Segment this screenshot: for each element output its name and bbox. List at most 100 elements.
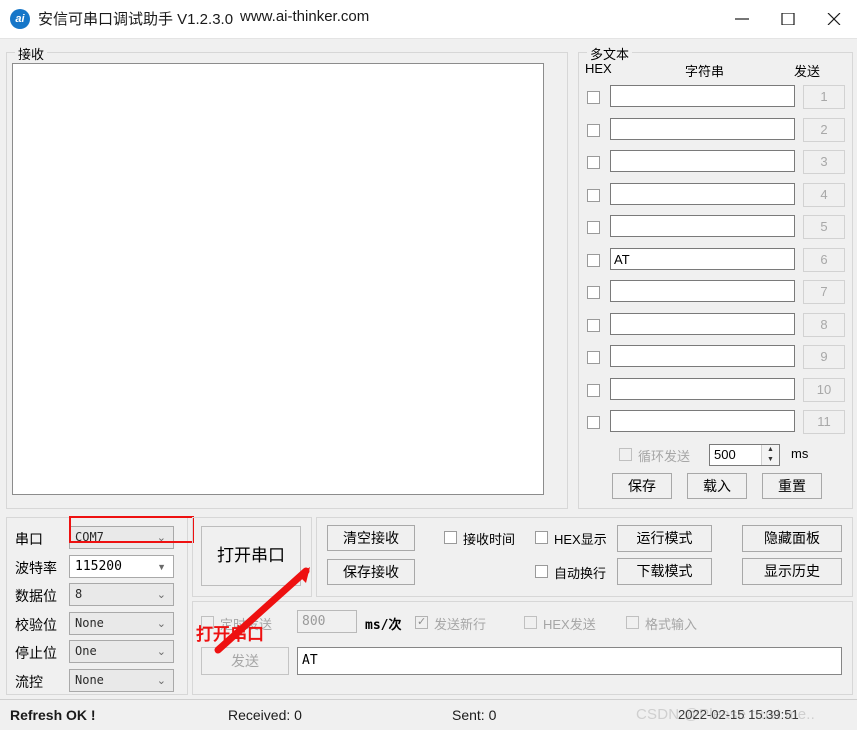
multitext-hex-checkbox[interactable]	[587, 351, 600, 364]
multitext-row: 5	[579, 213, 852, 245]
save-receive-button[interactable]: 保存接收	[327, 559, 415, 585]
multitext-row: 11	[579, 408, 852, 440]
close-button[interactable]	[811, 0, 857, 38]
reset-preset-button[interactable]: 重置	[762, 473, 822, 499]
multitext-string-input[interactable]	[610, 345, 795, 367]
multitext-hex-checkbox[interactable]	[587, 286, 600, 299]
receive-panel: 接收	[6, 44, 568, 509]
auto-wrap-label: 自动换行	[554, 566, 607, 581]
close-icon	[827, 13, 841, 25]
config-row: 波特率 115200 ▼	[7, 554, 187, 582]
cyclic-interval-stepper[interactable]: 500 ▲ ▼	[709, 444, 780, 466]
status-received: Received: 0	[228, 707, 302, 723]
multitext-hex-checkbox[interactable]	[587, 123, 600, 137]
load-preset-button[interactable]: 载入	[687, 473, 747, 499]
download-mode-button[interactable]: 下载模式	[617, 558, 712, 585]
send-text-input[interactable]: AT	[297, 647, 842, 675]
multitext-string-input[interactable]: AT	[610, 247, 795, 270]
format-input-label: 格式输入	[645, 617, 698, 632]
multitext-string-input[interactable]	[610, 182, 795, 205]
config-dropdown[interactable]: 8 ⌄	[69, 583, 174, 606]
multitext-send-button[interactable]: 8	[803, 312, 845, 337]
chevron-down-icon[interactable]: ⌄	[157, 674, 166, 687]
multitext-string-input[interactable]	[610, 377, 795, 400]
multitext-send-button[interactable]: 3	[803, 150, 845, 174]
show-history-button[interactable]: 显示历史	[742, 558, 842, 585]
multitext-send-button[interactable]: 7	[803, 280, 845, 304]
multitext-hex-checkbox[interactable]	[587, 156, 600, 169]
spinner-up-icon[interactable]: ▲	[762, 445, 779, 455]
multitext-string-input[interactable]	[610, 312, 795, 335]
serial-config-panel: 串口 COM7 ⌄ 波特率 115200 ▼ 数据位 8 ⌄ 校验位 None ⌄ 停止位 One ⌄ 流控 N…	[6, 516, 194, 695]
receive-textarea[interactable]	[12, 63, 544, 495]
multitext-row: 10	[579, 376, 852, 408]
multitext-send-button[interactable]: 9	[803, 345, 845, 369]
format-input-checkbox[interactable]	[626, 616, 639, 629]
save-preset-button[interactable]: 保存	[612, 473, 672, 499]
multitext-string-input[interactable]	[610, 117, 795, 140]
run-mode-button[interactable]: 运行模式	[617, 525, 712, 552]
timed-send-checkbox[interactable]	[201, 616, 214, 629]
receive-panel-title: 接收	[15, 44, 48, 63]
multitext-send-button[interactable]: 11	[803, 410, 845, 434]
config-dropdown[interactable]: COM7 ⌄	[69, 526, 174, 549]
multitext-hex-checkbox[interactable]	[587, 383, 600, 397]
recv-time-label: 接收时间	[463, 532, 516, 547]
multitext-string-input[interactable]	[610, 85, 795, 107]
chevron-down-icon[interactable]: ▼	[157, 562, 166, 572]
config-value: None	[75, 672, 104, 687]
chevron-down-icon[interactable]: ⌄	[157, 588, 166, 601]
send-panel: 定时发送 800 ms/次 ✓ 发送新行 HEX发送 格式输入 发送 AT	[192, 601, 853, 695]
minimize-button[interactable]	[719, 0, 765, 38]
config-row: 串口 COM7 ⌄	[7, 525, 187, 553]
send-interval-input[interactable]: 800	[297, 610, 357, 633]
minimize-icon	[735, 18, 749, 20]
multitext-send-button[interactable]: 2	[803, 117, 845, 142]
chevron-down-icon[interactable]: ⌄	[157, 531, 166, 544]
multitext-row: 3	[579, 148, 852, 180]
multitext-hex-checkbox[interactable]	[587, 318, 600, 332]
hex-display-checkbox[interactable]	[535, 531, 548, 544]
chevron-down-icon[interactable]: ⌄	[157, 617, 166, 630]
config-dropdown[interactable]: One ⌄	[69, 640, 174, 663]
multitext-hex-checkbox[interactable]	[587, 416, 600, 429]
config-dropdown[interactable]: None ⌄	[69, 611, 174, 635]
send-button[interactable]: 发送	[201, 647, 289, 675]
multitext-send-button[interactable]: 6	[803, 247, 845, 272]
cyclic-send-row: 循环发送 500 ▲ ▼ ms	[579, 443, 852, 469]
spinner-down-icon[interactable]: ▼	[762, 455, 779, 465]
multitext-hex-checkbox[interactable]	[587, 188, 600, 202]
hex-send-checkbox[interactable]	[524, 616, 537, 629]
multitext-hex-checkbox[interactable]	[587, 221, 600, 234]
multitext-string-input[interactable]	[610, 150, 795, 172]
multitext-hex-checkbox[interactable]	[587, 91, 600, 104]
column-header-hex: HEX	[585, 61, 612, 76]
auto-wrap-checkbox[interactable]	[535, 565, 548, 578]
multitext-panel: 多文本 HEX 字符串 发送 1 2 3 4 5 AT 6 7 8 9 10 11 循环发送 500 …	[578, 44, 853, 509]
send-interval-unit: ms/次	[365, 618, 402, 633]
send-newline-label: 发送新行	[434, 617, 487, 632]
multitext-hex-checkbox[interactable]	[587, 253, 600, 267]
cyclic-interval-spin-buttons[interactable]: ▲ ▼	[761, 445, 779, 465]
hide-panel-button[interactable]: 隐藏面板	[742, 525, 842, 552]
config-label: 数据位	[15, 588, 57, 604]
status-sent: Sent: 0	[452, 707, 497, 723]
chevron-down-icon[interactable]: ⌄	[157, 645, 166, 658]
config-dropdown[interactable]: None ⌄	[69, 668, 174, 692]
multitext-send-button[interactable]: 5	[803, 215, 845, 239]
multitext-string-input[interactable]	[610, 280, 795, 302]
maximize-button[interactable]	[765, 0, 811, 38]
operations-panel: 清空接收 保存接收 接收时间 HEX显示 自动换行 运行模式 下载模式 隐藏面板…	[316, 517, 853, 597]
multitext-string-input[interactable]	[610, 410, 795, 432]
multitext-send-button[interactable]: 1	[803, 85, 845, 109]
multitext-send-button[interactable]: 10	[803, 377, 845, 402]
clear-receive-button[interactable]: 清空接收	[327, 525, 415, 551]
open-port-button[interactable]: 打开串口	[201, 526, 301, 586]
recv-time-checkbox[interactable]	[444, 531, 457, 544]
cyclic-send-checkbox[interactable]	[619, 448, 632, 461]
multitext-send-button[interactable]: 4	[803, 182, 845, 207]
config-value: None	[75, 615, 104, 630]
config-dropdown[interactable]: 115200 ▼	[69, 554, 174, 578]
open-port-panel: 打开串口	[192, 517, 312, 597]
multitext-string-input[interactable]	[610, 215, 795, 237]
